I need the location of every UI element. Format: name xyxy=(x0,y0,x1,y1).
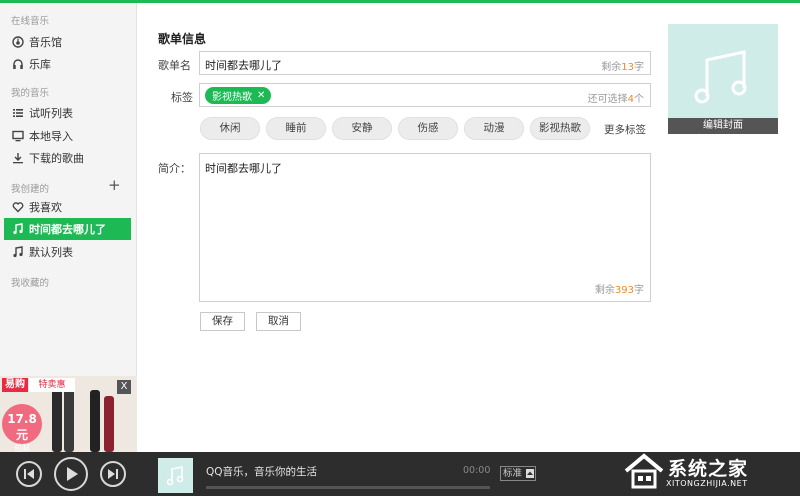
sidebar-item-label: 乐库 xyxy=(29,58,51,71)
sidebar-item-label: 时间都去哪儿了 xyxy=(29,223,106,236)
house-logo-icon xyxy=(624,453,664,489)
selected-tag-chip: 影视热歌 ✕ xyxy=(205,87,272,104)
next-icon xyxy=(108,469,118,479)
save-button[interactable]: 保存 xyxy=(200,312,245,331)
section-title-my-music: 我的音乐 xyxy=(11,88,50,99)
sidebar-item-library[interactable]: 乐库 xyxy=(4,53,131,75)
tag-option-bedtime[interactable]: 睡前 xyxy=(266,117,326,140)
page-title: 歌单信息 xyxy=(158,32,207,46)
tags-label: 标签 xyxy=(171,91,193,104)
sidebar-item-label: 下载的歌曲 xyxy=(29,152,84,165)
sidebar-item-label: 试听列表 xyxy=(29,107,73,120)
ad-tag-label: 特卖惠 xyxy=(29,378,75,392)
watermark: 系统之家 XITONGZHIJIA.NET xyxy=(620,448,798,494)
ad-price: 17.8元 xyxy=(7,412,37,442)
intro-textarea[interactable]: 时间都去哪儿了 剩余393字 xyxy=(199,153,651,302)
music-note-icon xyxy=(13,223,23,235)
tags-field[interactable]: 影视热歌 ✕ 还可选择4个 xyxy=(199,83,651,107)
sidebar-item-trial-list[interactable]: 试听列表 xyxy=(4,102,131,124)
quality-label: 标准 xyxy=(503,468,523,479)
chevron-up-icon xyxy=(526,469,534,478)
section-title-online: 在线音乐 xyxy=(11,16,50,27)
music-note-icon xyxy=(13,246,23,258)
sidebar-item-favorites[interactable]: 我喜欢 xyxy=(4,196,131,218)
section-title-collected: 我收藏的 xyxy=(11,278,50,289)
ad-brand-label: 易购 xyxy=(2,378,28,392)
playlist-name-label: 歌单名 xyxy=(158,59,191,72)
play-icon xyxy=(67,467,78,481)
music-note-icon xyxy=(166,466,184,486)
selected-tag-label: 影视热歌 xyxy=(212,92,252,103)
next-button[interactable] xyxy=(100,461,126,487)
ad-figure-left xyxy=(64,386,74,452)
ad-figure-right xyxy=(90,390,100,452)
now-playing-title: QQ音乐，音乐你的生活 xyxy=(206,466,318,478)
download-icon xyxy=(13,153,23,164)
watermark-text: 系统之家 xyxy=(668,458,749,480)
intro-label: 简介： xyxy=(158,162,191,175)
sidebar-item-music-hall[interactable]: 音乐馆 xyxy=(4,31,131,53)
sidebar-item-default-list[interactable]: 默认列表 xyxy=(4,241,131,263)
playlist-name-value: 时间都去哪儿了 xyxy=(205,59,282,72)
playlist-name-input[interactable]: 时间都去哪儿了 剩余13字 xyxy=(199,51,651,75)
ad-figure-right xyxy=(104,396,114,452)
monitor-icon xyxy=(12,130,24,142)
edit-cover-button[interactable]: 编辑封面 xyxy=(668,118,778,134)
section-title-created: 我创建的 xyxy=(11,184,50,195)
previous-button[interactable] xyxy=(16,461,42,487)
tag-option-leisure[interactable]: 休闲 xyxy=(200,117,260,140)
tag-option-film-hits[interactable]: 影视热歌 xyxy=(530,117,590,140)
now-playing-thumbnail xyxy=(158,458,193,493)
playback-time: 00:00 xyxy=(463,465,491,476)
tag-option-sad[interactable]: 伤感 xyxy=(398,117,458,140)
ad-close-button[interactable]: X xyxy=(117,380,131,394)
name-char-counter: 剩余13字 xyxy=(601,62,644,73)
sidebar-item-label: 默认列表 xyxy=(29,246,73,259)
intro-value: 时间都去哪儿了 xyxy=(205,162,282,175)
tag-option-anime[interactable]: 动漫 xyxy=(464,117,524,140)
sidebar-item-label: 我喜欢 xyxy=(29,201,62,214)
sidebar-item-local-import[interactable]: 本地导入 xyxy=(4,125,131,147)
cancel-button[interactable]: 取消 xyxy=(256,312,301,331)
ad-shipping: 包邮 xyxy=(14,444,30,452)
list-icon xyxy=(13,109,23,117)
sidebar-item-playlist-active[interactable]: 时间都去哪儿了 xyxy=(4,218,131,240)
watermark-url: XITONGZHIJIA.NET xyxy=(666,479,748,488)
play-button[interactable] xyxy=(54,457,88,491)
previous-icon xyxy=(24,469,34,479)
more-tags-link[interactable]: 更多标签 xyxy=(604,122,646,137)
heart-icon xyxy=(12,202,24,213)
intro-char-counter: 剩余393字 xyxy=(594,285,644,296)
progress-bar[interactable] xyxy=(206,486,490,489)
headphones-icon xyxy=(13,59,23,69)
music-hall-icon xyxy=(12,36,24,48)
tags-remaining-counter: 还可选择4个 xyxy=(587,94,644,105)
ad-figure-left xyxy=(52,382,62,452)
remove-tag-icon[interactable]: ✕ xyxy=(257,90,265,101)
ad-banner[interactable]: 易购 特卖惠 X 17.8元 包邮 xyxy=(0,376,137,452)
sidebar-item-label: 本地导入 xyxy=(29,130,73,143)
tag-option-quiet[interactable]: 安静 xyxy=(332,117,392,140)
quality-selector[interactable]: 标准 xyxy=(500,466,536,481)
playlist-cover[interactable]: 编辑封面 xyxy=(668,24,778,134)
ad-price-badge: 17.8元 包邮 xyxy=(2,404,42,452)
add-playlist-button[interactable]: + xyxy=(108,178,121,193)
sidebar-item-downloads[interactable]: 下载的歌曲 xyxy=(4,147,131,169)
sidebar-item-label: 音乐馆 xyxy=(29,36,62,49)
music-note-icon xyxy=(694,50,747,104)
